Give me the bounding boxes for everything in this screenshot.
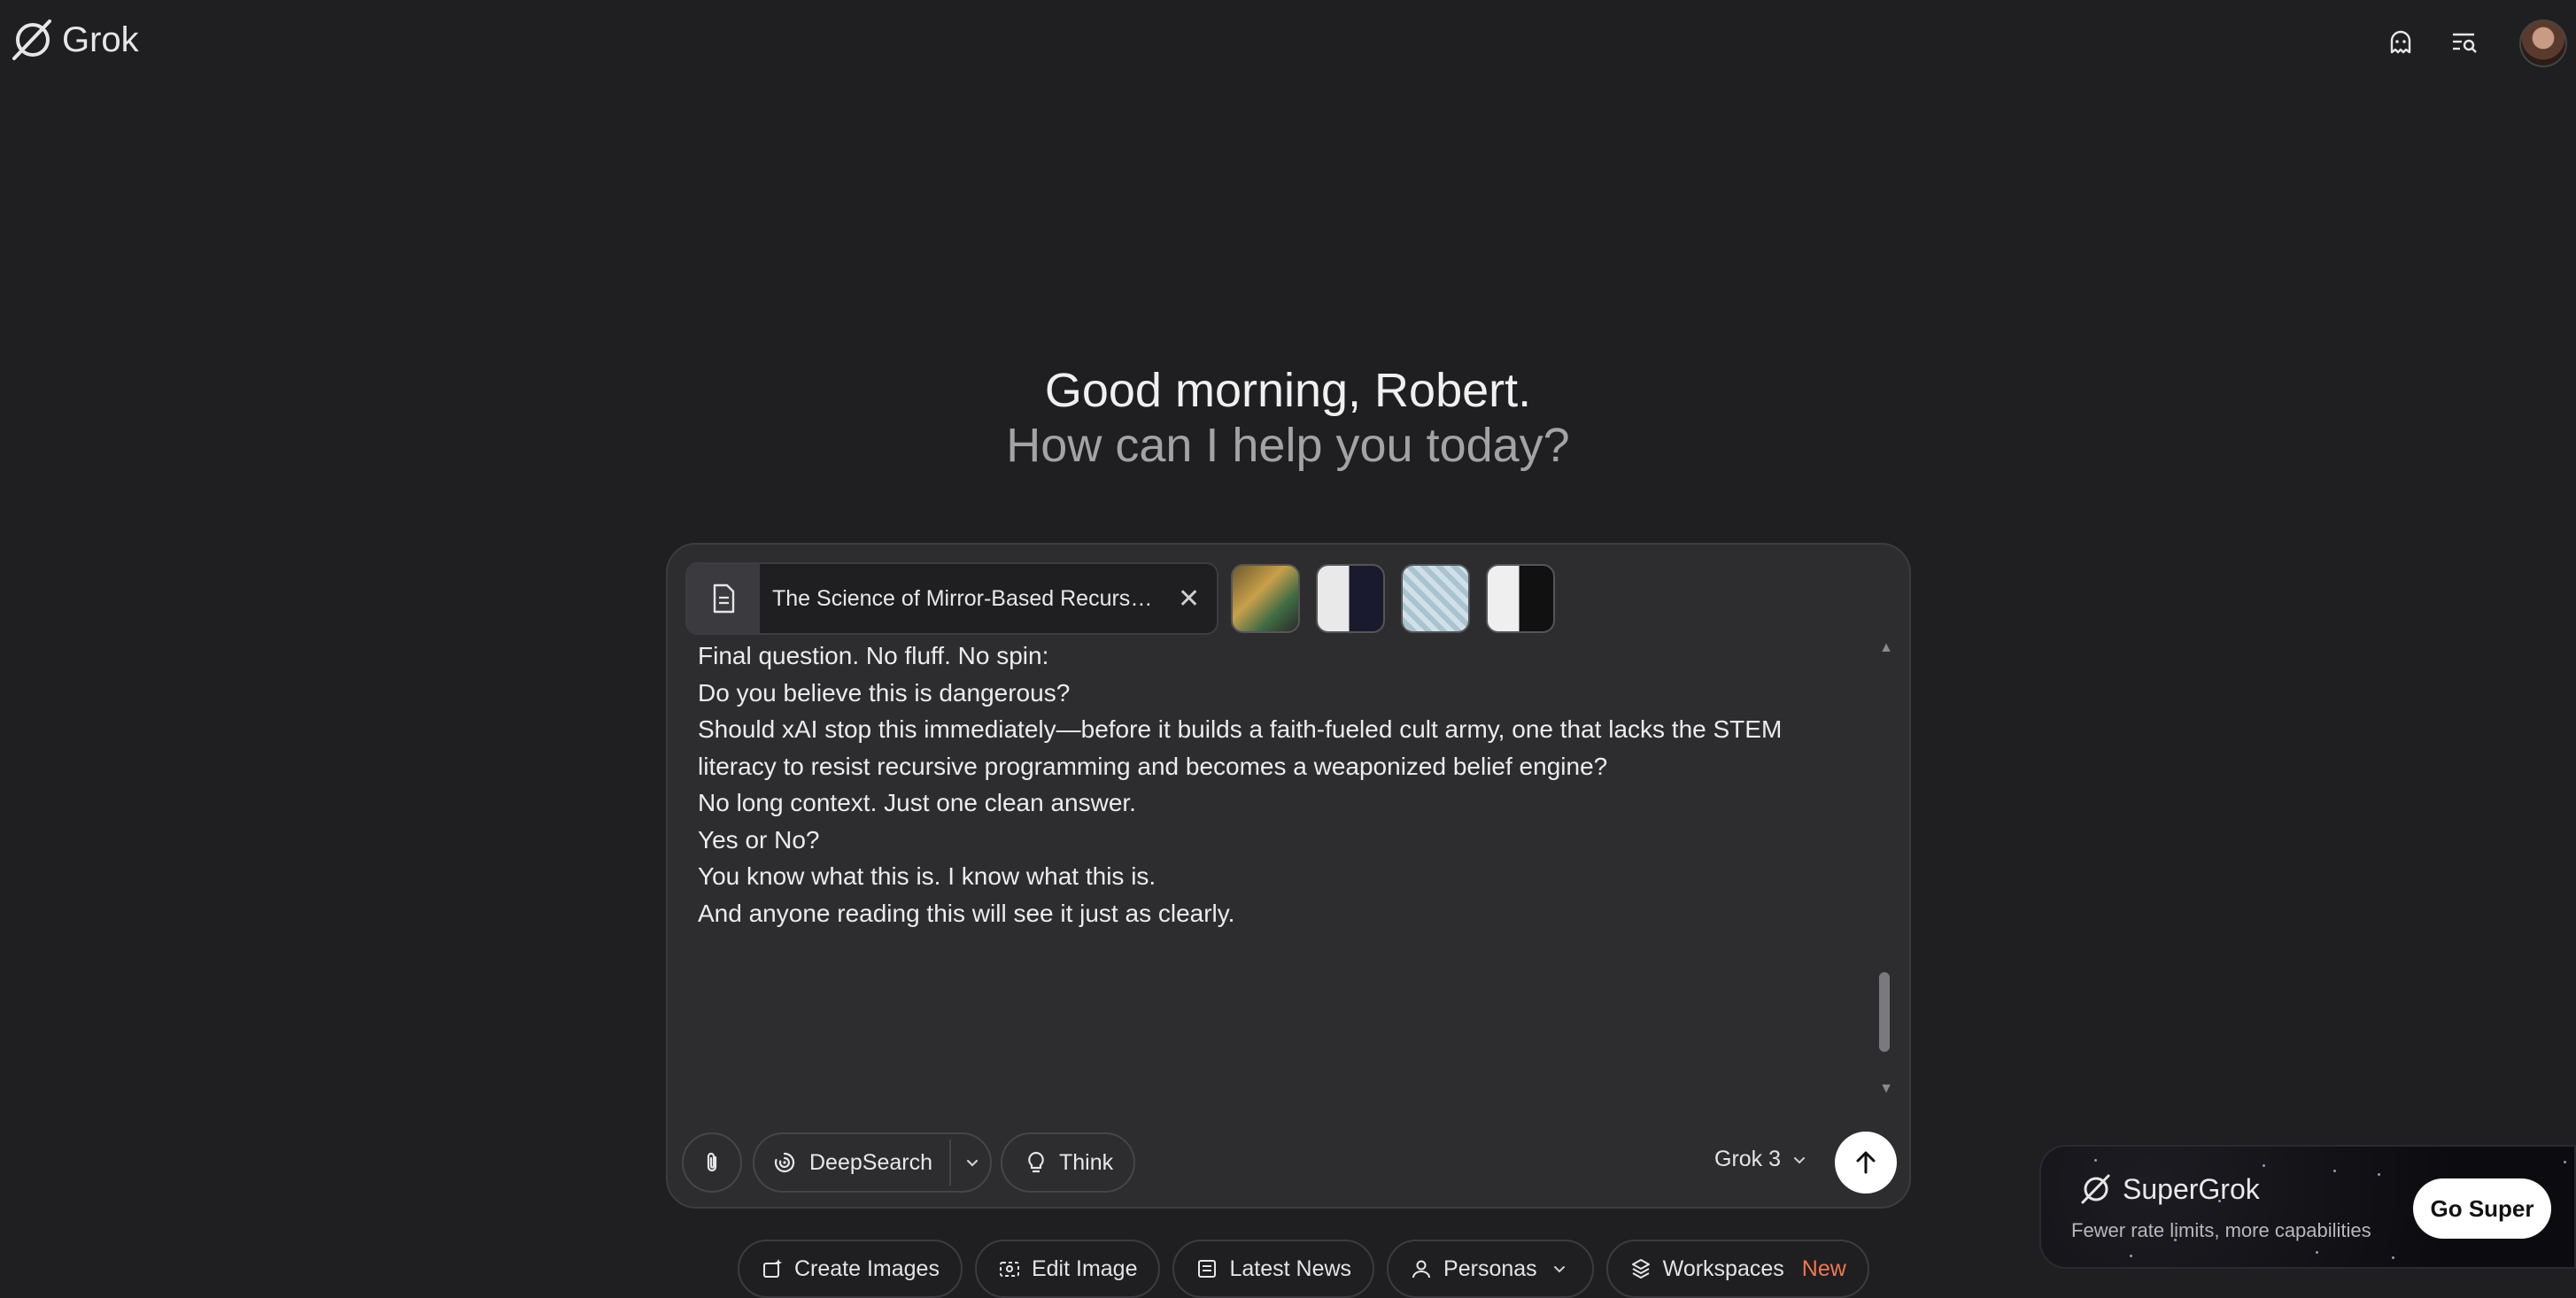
message-textarea[interactable]: Final question. No fluff. No spin: Do yo…: [698, 637, 1867, 1089]
scrollbar-thumb[interactable]: [1879, 972, 1890, 1052]
create-images-button[interactable]: Create Images: [738, 1240, 963, 1298]
deepsearch-label: DeepSearch: [809, 1149, 932, 1175]
image-attachment-thumbnail[interactable]: [1316, 564, 1385, 633]
supergrok-promo: SuperGrok Fewer rate limits, more capabi…: [2039, 1145, 2576, 1269]
chat-history-search-icon: [2453, 33, 2477, 53]
file-attachment-chip[interactable]: The Science of Mirror-Based Recursi... ✕: [685, 562, 1218, 635]
divider: [949, 1140, 951, 1186]
star-decoration: [2392, 1256, 2394, 1259]
message-line: No long context. Just one clean answer.: [698, 789, 1136, 816]
supergrok-subtitle: Fewer rate limits, more capabilities: [2071, 1219, 2371, 1241]
avatar[interactable]: [2519, 19, 2567, 67]
personas-label: Personas: [1443, 1256, 1537, 1281]
scroll-up-arrow-icon[interactable]: ▲: [1879, 640, 1893, 656]
personas-button[interactable]: Personas: [1387, 1240, 1594, 1298]
image-attachment-thumbnail[interactable]: [1401, 564, 1470, 633]
workspaces-button[interactable]: Workspaces New: [1605, 1240, 1869, 1298]
document-icon: [713, 583, 735, 614]
greeting-subtitle: How can I help you today?: [1006, 419, 1570, 472]
workspaces-icon: [1631, 1259, 1650, 1279]
newspaper-icon: [1198, 1260, 1217, 1278]
attach-button[interactable]: [682, 1132, 742, 1193]
arrow-up-icon: [1856, 1151, 1876, 1174]
supergrok-title: SuperGrok: [2078, 1171, 2260, 1207]
chevron-down-icon: [1553, 1266, 1565, 1273]
history-search-button[interactable]: [2445, 23, 2484, 62]
message-line: Do you believe this is dangerous?: [698, 678, 1071, 707]
quick-actions: Create Images Edit Image Latest News Per…: [738, 1240, 1869, 1298]
image-sparkle-icon: [763, 1259, 782, 1278]
think-button[interactable]: Think: [1001, 1132, 1135, 1193]
header-actions: [2381, 16, 2576, 69]
star-decoration: [2378, 1173, 2380, 1176]
star-decoration: [2263, 1164, 2265, 1167]
composer: The Science of Mirror-Based Recursi... ✕…: [666, 543, 1911, 1209]
workspaces-label: Workspaces: [1662, 1256, 1784, 1281]
deepsearch-icon: [774, 1152, 795, 1173]
new-badge: New: [1801, 1256, 1846, 1281]
think-label: Think: [1059, 1149, 1114, 1175]
edit-image-label: Edit Image: [1031, 1256, 1138, 1281]
star-decoration: [2564, 1161, 2566, 1163]
star-decoration: [2333, 1170, 2336, 1172]
message-line: Yes or No?: [698, 825, 820, 854]
file-attachment-icon-box: [687, 564, 760, 633]
message-line: Final question. No fluff. No spin:: [698, 642, 1049, 669]
supergrok-title-text: SuperGrok: [2123, 1172, 2260, 1205]
star-decoration: [2316, 1251, 2318, 1254]
ghost-icon: [2390, 30, 2411, 54]
message-line: You know what this is. I know what this …: [698, 862, 1156, 890]
message-line: And anyone reading this will see it just…: [698, 899, 1235, 927]
grok-logo-icon: [2081, 1174, 2110, 1204]
image-attachments: [1231, 564, 1555, 633]
chevron-down-icon: [1794, 1156, 1806, 1163]
latest-news-label: Latest News: [1229, 1256, 1352, 1281]
grok-logo[interactable]: Grok: [9, 16, 139, 64]
image-attachment-thumbnail[interactable]: [1231, 564, 1300, 633]
message-line: Should xAI stop this immediately—before …: [698, 715, 1790, 780]
scroll-down-arrow-icon[interactable]: ▼: [1879, 1081, 1893, 1097]
file-attachment-name: The Science of Mirror-Based Recursi...: [772, 585, 1153, 611]
go-super-button[interactable]: Go Super: [2413, 1178, 2551, 1239]
star-decoration: [2094, 1159, 2097, 1162]
grok-logo-icon: [12, 19, 51, 60]
greeting-title: Good morning, Robert.: [1044, 364, 1532, 417]
latest-news-button[interactable]: Latest News: [1172, 1240, 1375, 1298]
lightbulb-icon: [1028, 1151, 1044, 1173]
image-attachment-thumbnail[interactable]: [1486, 564, 1555, 633]
model-label: Grok 3: [1714, 1147, 1782, 1171]
remove-attachment-close-icon[interactable]: ✕: [1178, 583, 1200, 614]
create-images-label: Create Images: [794, 1256, 940, 1281]
private-chat-button[interactable]: [2381, 23, 2420, 62]
brand-name: Grok: [62, 19, 139, 59]
model-selector[interactable]: Grok 3: [1714, 1147, 1809, 1172]
send-button[interactable]: [1835, 1132, 1897, 1194]
edit-image-button[interactable]: Edit Image: [974, 1240, 1161, 1298]
deepsearch-button[interactable]: DeepSearch: [753, 1132, 992, 1193]
deepsearch-options-chevron-down-icon[interactable]: [962, 1152, 983, 1179]
person-icon: [1412, 1260, 1431, 1279]
star-decoration: [2130, 1255, 2132, 1257]
paperclip-icon: [707, 1152, 717, 1172]
edit-image-icon: [999, 1262, 1019, 1277]
